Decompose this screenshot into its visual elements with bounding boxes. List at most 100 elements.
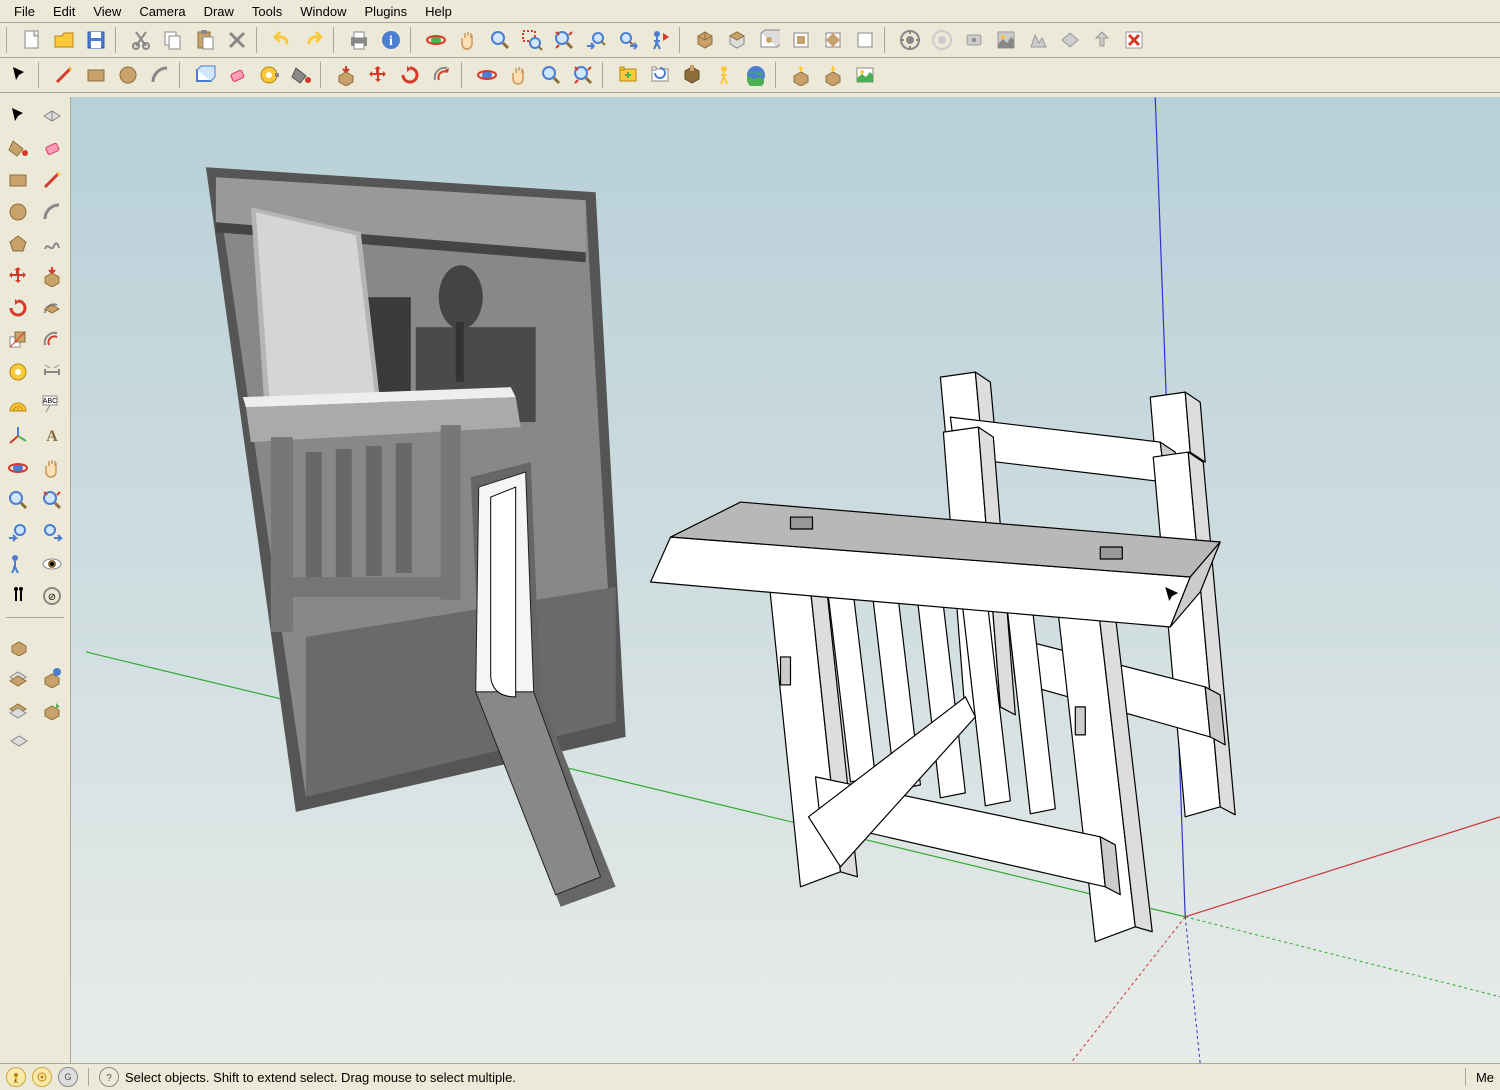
print-icon[interactable]: [344, 25, 374, 55]
move2-icon[interactable]: [3, 261, 33, 291]
circle-icon[interactable]: [113, 60, 143, 90]
eraser2-icon[interactable]: [37, 133, 67, 163]
interact-icon[interactable]: [3, 694, 33, 724]
menu-tools[interactable]: Tools: [244, 2, 290, 21]
zoom3-icon[interactable]: [3, 485, 33, 515]
open-icon[interactable]: [49, 25, 79, 55]
share4-icon[interactable]: [37, 694, 67, 724]
preview-icon[interactable]: [1055, 25, 1085, 55]
left-icon[interactable]: [850, 25, 880, 55]
play-icon[interactable]: [677, 60, 707, 90]
push-pull2-icon[interactable]: [37, 261, 67, 291]
offset-icon[interactable]: [427, 60, 457, 90]
menu-draw[interactable]: Draw: [196, 2, 242, 21]
new-icon[interactable]: [17, 25, 47, 55]
save-icon[interactable]: [81, 25, 111, 55]
model-info-icon[interactable]: i: [376, 25, 406, 55]
paste-icon[interactable]: [190, 25, 220, 55]
circle2-icon[interactable]: [3, 197, 33, 227]
menu-file[interactable]: File: [6, 2, 43, 21]
share-component-icon[interactable]: [959, 25, 989, 55]
select-icon[interactable]: [4, 60, 34, 90]
dimension-icon[interactable]: [37, 357, 67, 387]
menu-plugins[interactable]: Plugins: [357, 2, 416, 21]
add-location-icon[interactable]: [1023, 25, 1053, 55]
paint-bucket2-icon[interactable]: [3, 133, 33, 163]
position-camera-icon[interactable]: [645, 25, 675, 55]
undo-icon[interactable]: [267, 25, 297, 55]
get-models-icon[interactable]: [895, 25, 925, 55]
delete-icon[interactable]: [222, 25, 252, 55]
update-scene-icon[interactable]: [645, 60, 675, 90]
push-pull-icon[interactable]: [331, 60, 361, 90]
next-icon[interactable]: [613, 25, 643, 55]
zoom-extents3-icon[interactable]: [37, 485, 67, 515]
walk-icon[interactable]: [709, 60, 739, 90]
polygon-icon[interactable]: [3, 229, 33, 259]
top-icon[interactable]: [722, 25, 752, 55]
previous2-icon[interactable]: [3, 517, 33, 547]
front-icon[interactable]: [754, 25, 784, 55]
previous-icon[interactable]: [581, 25, 611, 55]
share3-icon[interactable]: [786, 60, 816, 90]
pan-icon[interactable]: [453, 25, 483, 55]
geo-toggle-2-icon[interactable]: [32, 1067, 52, 1087]
zoom2-icon[interactable]: [536, 60, 566, 90]
component-options-icon[interactable]: [3, 662, 33, 692]
outliner-icon[interactable]: [4, 630, 34, 660]
follow-me-icon[interactable]: [37, 293, 67, 323]
menu-window[interactable]: Window: [292, 2, 354, 21]
axes-icon[interactable]: [3, 421, 33, 451]
move-icon[interactable]: [363, 60, 393, 90]
menu-view[interactable]: View: [85, 2, 129, 21]
zoom-extents2-icon[interactable]: [568, 60, 598, 90]
scale-icon[interactable]: [3, 325, 33, 355]
rectangle2-icon[interactable]: [3, 165, 33, 195]
google-earth-icon[interactable]: [741, 60, 771, 90]
menu-camera[interactable]: Camera: [131, 2, 193, 21]
3d-text-icon[interactable]: A: [37, 421, 67, 451]
section-display-icon[interactable]: ⊘: [37, 581, 67, 611]
menu-edit[interactable]: Edit: [45, 2, 83, 21]
pan3-icon[interactable]: [37, 453, 67, 483]
walk2-icon[interactable]: [3, 581, 33, 611]
protractor-icon[interactable]: [3, 389, 33, 419]
rotate2-icon[interactable]: [3, 293, 33, 323]
look-around-icon[interactable]: [37, 549, 67, 579]
select2-icon[interactable]: [3, 101, 33, 131]
toggle-terrain2-icon[interactable]: [4, 726, 34, 756]
orbit-icon[interactable]: [421, 25, 451, 55]
offset2-icon[interactable]: [37, 325, 67, 355]
orbit3-icon[interactable]: [3, 453, 33, 483]
line2-icon[interactable]: [37, 165, 67, 195]
tape-icon[interactable]: [254, 60, 284, 90]
section-plane-icon[interactable]: [37, 101, 67, 131]
component-attributes-icon[interactable]: [37, 662, 67, 692]
toggle-terrain-icon[interactable]: [991, 25, 1021, 55]
rotate-icon[interactable]: [395, 60, 425, 90]
3d-viewport[interactable]: [71, 97, 1500, 1064]
cut-icon[interactable]: [126, 25, 156, 55]
line-icon[interactable]: [49, 60, 79, 90]
pan2-icon[interactable]: [504, 60, 534, 90]
upload-icon[interactable]: [818, 60, 848, 90]
menu-help[interactable]: Help: [417, 2, 460, 21]
zoom-extents-icon[interactable]: [549, 25, 579, 55]
redo-icon[interactable]: [299, 25, 329, 55]
copy-icon[interactable]: [158, 25, 188, 55]
iso-icon[interactable]: [690, 25, 720, 55]
rectangle-icon[interactable]: [81, 60, 111, 90]
zoom-icon[interactable]: [485, 25, 515, 55]
get-location-icon[interactable]: [850, 60, 880, 90]
tape2-icon[interactable]: [3, 357, 33, 387]
next2-icon[interactable]: [37, 517, 67, 547]
arc-icon[interactable]: [145, 60, 175, 90]
position-camera2-icon[interactable]: [3, 549, 33, 579]
credits-icon[interactable]: G: [58, 1067, 78, 1087]
make-component-icon[interactable]: [190, 60, 220, 90]
freehand-icon[interactable]: [37, 229, 67, 259]
arc2-icon[interactable]: [37, 197, 67, 227]
add-scene-icon[interactable]: [613, 60, 643, 90]
export-icon[interactable]: [1087, 25, 1117, 55]
paint-bucket-icon[interactable]: [286, 60, 316, 90]
